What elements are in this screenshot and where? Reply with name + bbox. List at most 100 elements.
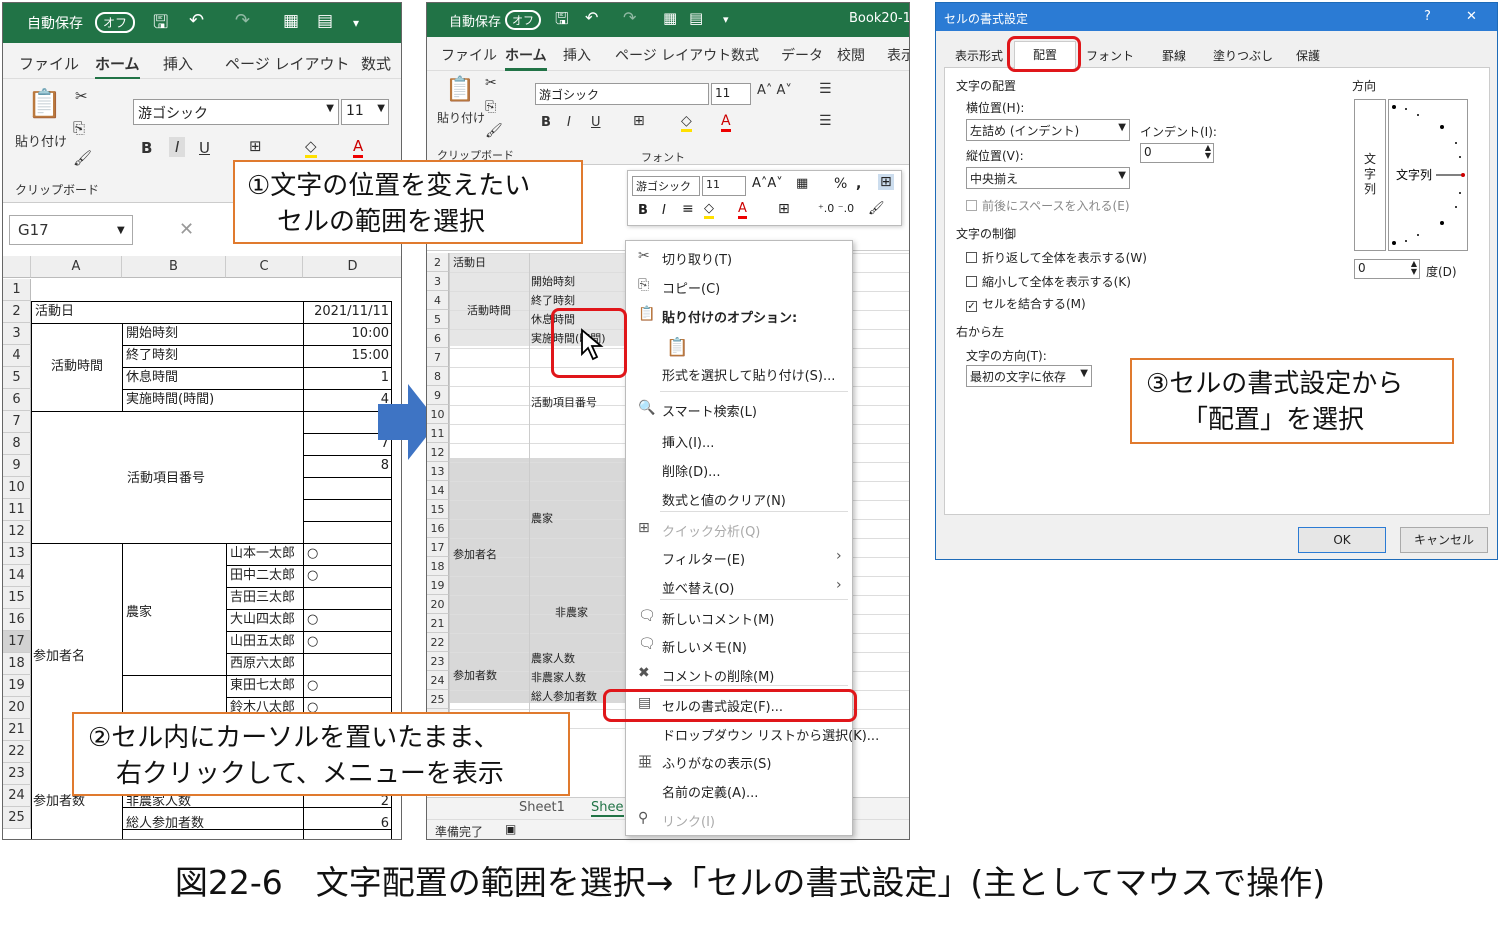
sheet-tab-1[interactable]: Sheet1 [519,800,565,815]
select-all[interactable] [3,256,31,278]
cell-rest[interactable]: 休息時間 [126,367,178,389]
underline-button[interactable]: U [199,139,210,157]
tab-file[interactable]: ファイル [441,45,497,65]
cell-name[interactable]: 山本一太郎 [230,543,295,565]
border-icon[interactable]: ⊞ [633,113,645,129]
row-header[interactable]: 12 [3,521,31,543]
cell-non-farmer[interactable]: 非農家 [555,603,588,622]
cell-mark[interactable]: ○ [307,675,318,697]
cell-non-farmer-count[interactable]: 非農家人数 [531,668,586,687]
row-header[interactable]: 7 [427,348,449,367]
mini-border-icon[interactable]: ⊞ [778,201,790,217]
tab-view[interactable]: 表示 [887,45,909,65]
cell-duration[interactable]: 実施時間(時間) [126,389,214,411]
context-menu-item[interactable]: ふりがなの表示(S) [662,753,771,772]
row-header[interactable]: 6 [427,329,449,348]
undo-icon[interactable]: ↶ [585,8,598,27]
paste-icon[interactable]: 📋 [445,75,475,103]
cell-activity-time[interactable]: 活動時間 [51,356,103,378]
cell-name[interactable]: 山田五太郎 [230,631,295,653]
increase-font-icon[interactable]: A˄ A˅ [757,83,792,98]
vertical-text-button[interactable]: 文字列 [1354,99,1386,251]
cell-participants[interactable]: 参加者名 [453,545,497,564]
tab-data[interactable]: データ [781,45,823,65]
tab-font[interactable]: フォント [1082,43,1138,69]
chevron-down-icon[interactable]: ▼ [117,225,125,236]
ok-button[interactable]: OK [1298,527,1386,553]
mini-painter-icon[interactable]: 🖌 [868,201,885,216]
bold-button[interactable]: B [141,139,152,157]
row-header[interactable]: 23 [427,652,449,671]
paste-icon[interactable]: 📋 [27,87,62,120]
cell-activity-day[interactable]: 活動日 [453,253,486,272]
degree-input[interactable]: 0 ▲ ▼ [1354,259,1420,279]
paste-option-icon[interactable]: 📋 [666,337,688,358]
horizontal-select[interactable]: 左詰め (インデント) ▼ [966,119,1130,141]
mini-fill-icon[interactable]: ◇ [704,201,714,219]
context-menu-item[interactable]: 数式と値のクリア(N) [662,490,786,509]
increase-font-icon[interactable]: A˄A˅ [752,176,783,191]
font-color-icon[interactable]: A [353,137,364,158]
orientation-dial[interactable]: 文字列 [1388,99,1468,251]
context-menu-item[interactable]: スマート検索(L) [662,401,757,420]
redo-icon[interactable]: ↷ [623,8,636,27]
cell-rest-val[interactable]: 1 [303,367,389,389]
spinner-icon[interactable]: ▲ ▼ [1411,260,1417,276]
cell-name[interactable]: 西原六太郎 [230,653,295,675]
row-header[interactable]: 1 [3,279,31,301]
paste-label[interactable]: 貼り付け [437,109,485,126]
tab-formulas[interactable]: 数式 [731,45,759,65]
context-menu-item[interactable]: コメントの削除(M) [662,666,774,685]
cell-farmer[interactable]: 農家 [531,509,553,528]
vertical-select[interactable]: 中央揃え ▼ [966,167,1130,189]
sheet-tab-2[interactable]: Shee [591,800,624,817]
tab-review[interactable]: 校閲 [837,45,865,65]
undo-icon[interactable]: ↶ [189,10,204,31]
tab-formulas[interactable]: 数式 [361,53,391,74]
mini-font-color-icon[interactable]: A [738,201,747,219]
help-button[interactable]: ? [1424,9,1431,24]
row-header[interactable]: 8 [427,367,449,386]
row-header[interactable]: 18 [3,653,31,675]
mini-bold-button[interactable]: B [638,203,648,218]
autosave-toggle[interactable]: オフ [95,12,136,33]
row-header[interactable]: 20 [427,595,449,614]
cell-mark[interactable]: ○ [307,609,318,631]
row-header[interactable]: 21 [427,614,449,633]
customize-icon[interactable]: ▾ [353,16,359,30]
save-icon[interactable]: 🖫 [153,10,168,40]
cell-name[interactable]: 田中二太郎 [230,565,295,587]
context-menu-item[interactable]: 新しいメモ(N) [662,637,747,656]
comma-icon[interactable]: , [856,176,861,192]
cell-total[interactable]: 総人参加者数 [531,687,597,706]
cell-duration-val[interactable]: 4 [303,389,389,411]
cell-v7[interactable]: 7 [303,433,389,455]
tab-insert[interactable]: 挿入 [163,53,193,74]
cell-start-val[interactable]: 10:00 [303,323,389,345]
tab-file[interactable]: ファイル [19,53,79,74]
cell-farmer[interactable]: 農家 [126,602,152,624]
copy-icon[interactable]: ⎘ [73,119,85,137]
cell-farmer-count[interactable]: 農家人数 [531,649,575,668]
cancel-button[interactable]: キャンセル [1400,527,1488,553]
row-header[interactable]: 19 [427,576,449,595]
cancel-icon[interactable]: ✕ [179,219,194,240]
row-header[interactable]: 24 [3,785,31,807]
row-header[interactable]: 21 [3,719,31,741]
row-header[interactable]: 25 [427,690,449,709]
cell-activity-item[interactable]: 活動項目番号 [531,393,597,412]
context-menu-item[interactable]: 挿入(I)... [662,432,714,451]
col-d[interactable]: D [303,256,401,278]
cell-mark[interactable]: ○ [307,565,318,587]
decimal-icon[interactable]: ⁺.0 ⁻.0 [818,202,854,215]
row-header[interactable]: 15 [3,587,31,609]
tab-protection[interactable]: 保護 [1278,43,1338,69]
col-a[interactable]: A [31,256,122,278]
align-left-icon[interactable]: ☰ [819,113,832,129]
row-header[interactable]: 20 [3,697,31,719]
format-painter-icon[interactable]: 🖌 [73,149,92,167]
cell-mark[interactable]: ○ [307,631,318,653]
cell-total[interactable]: 総人参加者数 [126,813,204,835]
context-menu-item[interactable]: 切り取り(T) [662,249,732,268]
number-format-icon[interactable]: ▦ [796,176,808,191]
